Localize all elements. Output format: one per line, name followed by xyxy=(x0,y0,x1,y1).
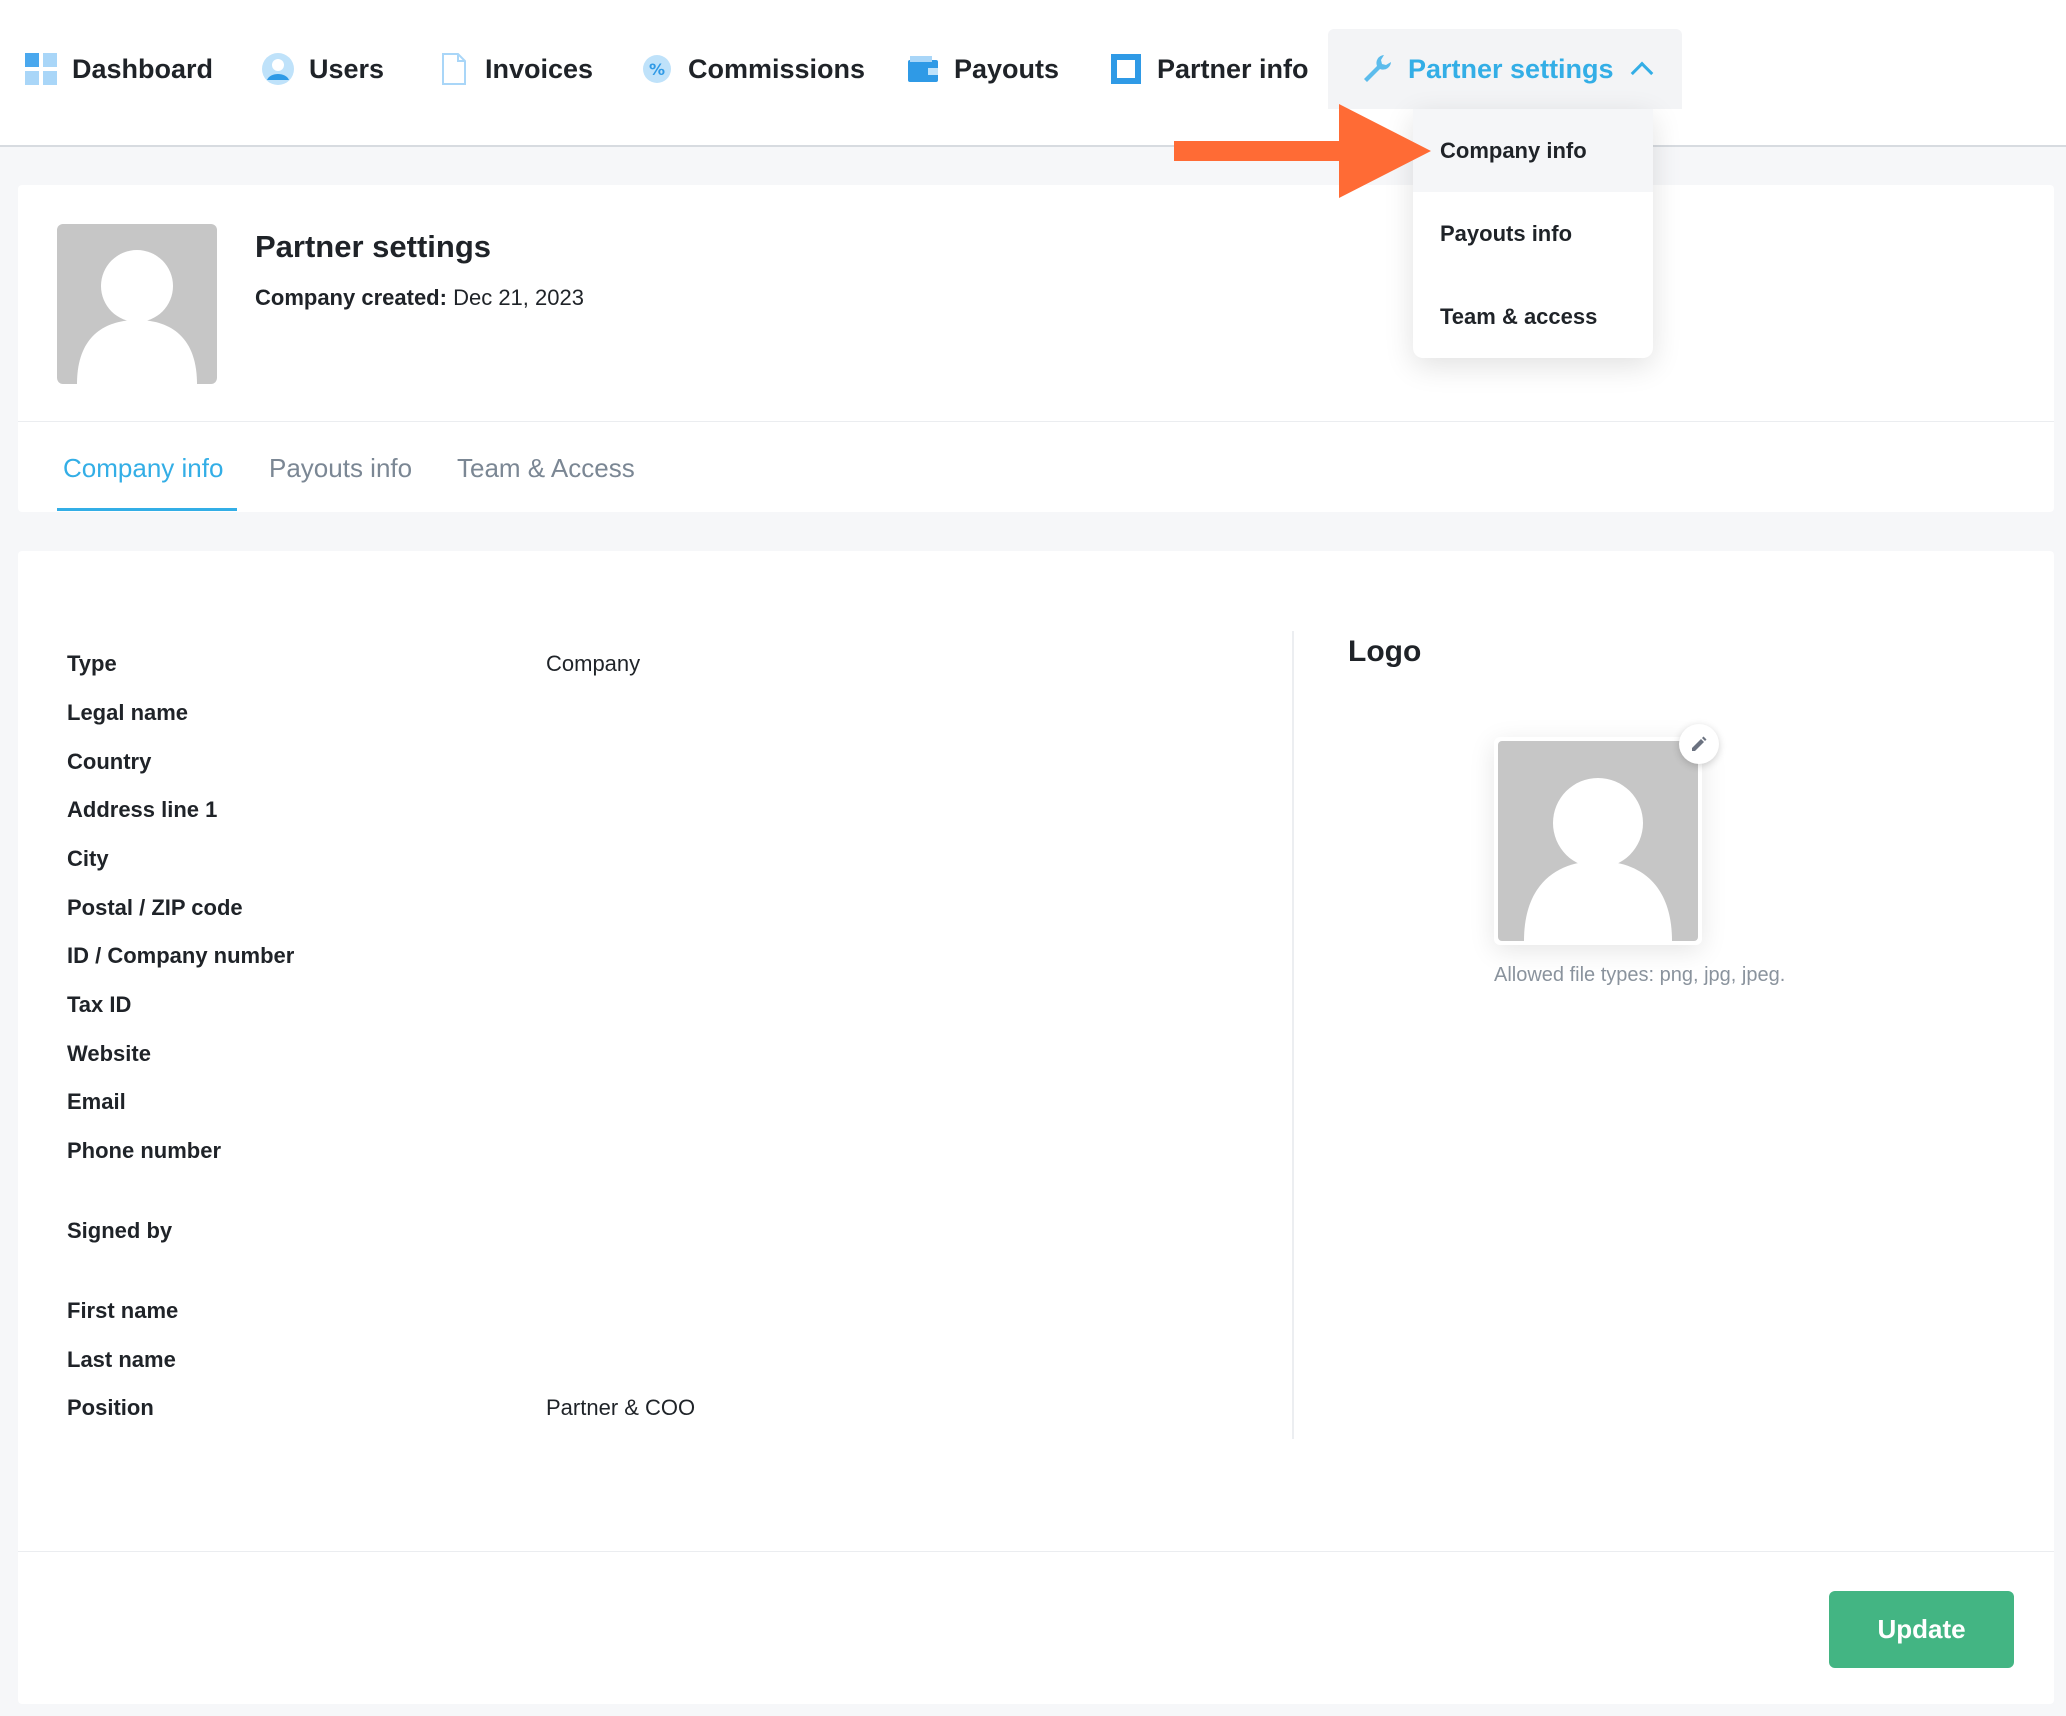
person-placeholder-icon xyxy=(1524,778,1672,941)
wallet-icon xyxy=(906,52,940,86)
edit-logo-button[interactable] xyxy=(1679,724,1719,764)
field-last-name-label: Last name xyxy=(67,1347,176,1372)
nav-payouts[interactable]: Payouts xyxy=(906,36,1059,102)
dropdown-payouts-info[interactable]: Payouts info xyxy=(1413,192,1653,275)
field-postal-label: Postal / ZIP code xyxy=(67,895,243,920)
logo-upload[interactable] xyxy=(1494,737,1702,945)
signed-by-heading: Signed by xyxy=(67,1218,173,1243)
field-city-label: City xyxy=(67,846,109,871)
company-info-card: Type Company Legal name Country Address … xyxy=(18,551,2054,1704)
partner-header-card: Partner settings Company created: Dec 21… xyxy=(18,185,2054,512)
field-type-value: Company xyxy=(546,651,641,676)
active-tab-indicator xyxy=(57,508,237,511)
field-first-name-label: First name xyxy=(67,1298,179,1323)
divider xyxy=(18,421,2054,422)
nav-label: Dashboard xyxy=(72,53,214,84)
dropdown-team-access[interactable]: Team & access xyxy=(1413,275,1653,358)
nav-label: Partner settings xyxy=(1408,53,1614,84)
nav-label: Payouts xyxy=(954,53,1060,84)
nav-label: Invoices xyxy=(485,53,594,84)
field-address-label: Address line 1 xyxy=(67,797,218,822)
column-divider xyxy=(1292,631,1294,1439)
percent-badge-icon: % xyxy=(640,52,674,86)
person-placeholder-icon xyxy=(77,250,197,384)
chevron-up-icon xyxy=(1630,61,1653,85)
field-website-label: Website xyxy=(67,1041,151,1066)
field-legal-name-label: Legal name xyxy=(67,700,189,725)
top-navigation: Dashboard Users Invoices % Commissions P… xyxy=(0,0,2066,147)
tab-team-access[interactable]: Team & Access xyxy=(457,453,635,484)
page-title: Partner settings xyxy=(255,229,492,264)
created-label: Company created: xyxy=(255,285,447,310)
dropdown-company-info[interactable]: Company info xyxy=(1413,109,1653,192)
field-email-label: Email xyxy=(67,1089,126,1114)
company-created: Company created: Dec 21, 2023 xyxy=(255,285,584,311)
svg-text:%: % xyxy=(649,60,665,79)
created-value: Dec 21, 2023 xyxy=(453,285,584,310)
partner-settings-dropdown: Company info Payouts info Team & access xyxy=(1413,109,1653,358)
tab-company-info[interactable]: Company info xyxy=(63,453,223,484)
dashboard-icon xyxy=(24,52,58,86)
square-icon xyxy=(1109,52,1143,86)
nav-users[interactable]: Users xyxy=(261,36,384,102)
logo-placeholder xyxy=(1498,741,1698,941)
avatar xyxy=(57,224,217,384)
nav-partner-settings[interactable]: Partner settings xyxy=(1328,29,1682,109)
field-tax-id-label: Tax ID xyxy=(67,992,132,1017)
user-icon xyxy=(261,52,295,86)
field-phone-label: Phone number xyxy=(67,1138,222,1163)
logo-title: Logo xyxy=(1348,635,1422,668)
nav-label: Partner info xyxy=(1157,53,1309,84)
wrench-icon xyxy=(1360,52,1394,86)
tab-payouts-info[interactable]: Payouts info xyxy=(269,453,412,484)
nav-invoices[interactable]: Invoices xyxy=(437,36,593,102)
divider xyxy=(18,1551,2054,1552)
nav-partner-info[interactable]: Partner info xyxy=(1109,36,1309,102)
nav-label: Users xyxy=(309,53,385,84)
nav-dashboard[interactable]: Dashboard xyxy=(24,36,213,102)
field-country-label: Country xyxy=(67,749,152,774)
nav-label: Commissions xyxy=(688,53,866,84)
orange-arrow-icon xyxy=(1174,104,1431,198)
allowed-file-types: Allowed file types: png, jpg, jpeg. xyxy=(1494,964,1786,986)
field-type-label: Type xyxy=(67,651,117,676)
field-position-value: Partner & COO xyxy=(546,1395,696,1420)
update-button[interactable]: Update xyxy=(1829,1591,2014,1668)
pencil-icon xyxy=(1692,736,1707,751)
field-position-label: Position xyxy=(67,1395,154,1420)
field-company-number-label: ID / Company number xyxy=(67,943,295,968)
nav-commissions[interactable]: % Commissions xyxy=(640,36,865,102)
document-icon xyxy=(437,52,471,86)
